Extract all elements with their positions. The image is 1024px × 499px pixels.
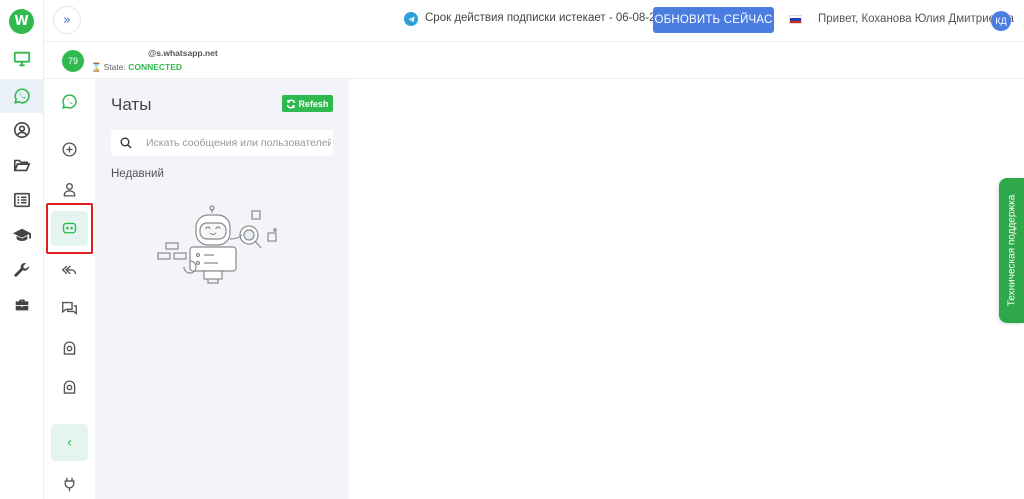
rail-education[interactable]	[0, 218, 44, 252]
wrench-icon	[14, 263, 29, 277]
expand-sidebar-button[interactable]: »	[53, 6, 81, 34]
top-bar: » Срок действия подписки истекает - 06-0…	[44, 0, 1024, 42]
rail-folders[interactable]	[0, 148, 44, 182]
chats-title: Чаты	[111, 95, 152, 114]
app-logo[interactable]: W	[9, 9, 34, 34]
russian-flag-icon[interactable]	[789, 15, 802, 24]
plus-circle-icon	[62, 142, 77, 157]
account-number: @s.whatsapp.net	[148, 48, 218, 58]
user-circle-icon	[13, 121, 31, 139]
whatsapp-chats-button[interactable]	[51, 84, 88, 119]
rail-monitor[interactable]	[0, 42, 44, 76]
chat-search-input[interactable]	[146, 137, 331, 149]
rail-whatsapp[interactable]	[0, 79, 44, 113]
recent-label: Недавний	[111, 168, 164, 180]
graduation-cap-icon	[13, 228, 31, 242]
app-rail: W	[0, 0, 44, 499]
rail-list[interactable]	[0, 183, 44, 217]
state-value: CONNECTED	[128, 62, 183, 72]
refresh-button[interactable]: Refesh	[282, 95, 333, 112]
account-state: ⌛ State: CONNECTED	[91, 62, 182, 73]
monitor-icon	[13, 51, 31, 67]
camera-button-1[interactable]	[51, 331, 88, 366]
sync-icon	[287, 99, 296, 108]
selection-highlight	[46, 203, 93, 254]
refresh-label: Refesh	[298, 98, 329, 109]
messages-button[interactable]	[51, 291, 88, 326]
account-badge[interactable]: 79	[62, 50, 84, 72]
telegram-icon[interactable]	[404, 12, 418, 26]
camera-button-2[interactable]	[51, 370, 88, 405]
double-chevron-right-icon: »	[63, 12, 71, 28]
robot-illustration-icon	[157, 205, 277, 284]
comments-icon	[62, 301, 77, 316]
user-icon	[63, 183, 76, 197]
search-icon	[120, 137, 132, 149]
plug-button[interactable]	[51, 467, 88, 499]
subscription-expiry-text: Срок действия подписки истекает - 06-08-…	[425, 12, 675, 24]
rail-tools[interactable]	[0, 253, 44, 287]
app-root: W » Срок действия подписки истекает - 06…	[0, 0, 1024, 499]
plug-icon	[64, 477, 75, 492]
list-icon	[13, 192, 31, 208]
webcam-icon	[63, 380, 76, 394]
state-label: State:	[103, 62, 126, 72]
whatsapp-icon	[62, 94, 77, 109]
collapse-sidebar-button[interactable]: ‹	[51, 424, 88, 461]
rail-users[interactable]	[0, 113, 44, 147]
folder-icon	[13, 159, 31, 172]
briefcase-icon	[15, 299, 29, 311]
whatsapp-icon	[14, 88, 30, 104]
chats-panel: Чаты Refesh Недавний	[95, 79, 349, 499]
rail-business[interactable]	[0, 288, 44, 322]
add-button[interactable]	[51, 132, 88, 167]
hourglass-icon: ⌛	[91, 62, 102, 72]
tech-support-tab[interactable]: Техническая поддержка	[999, 178, 1024, 323]
chevron-left-icon: ‹	[66, 434, 73, 451]
contact-button[interactable]	[51, 172, 88, 207]
renew-now-button[interactable]: ОБНОВИТЬ СЕЙЧАС	[653, 7, 774, 33]
webcam-icon	[63, 341, 76, 355]
user-greeting[interactable]: Привет, Коханова Юлия Дмитриевна	[818, 13, 1014, 25]
chat-search-box	[111, 130, 333, 156]
account-row: 79 @s.whatsapp.net ⌛ State: CONNECTED	[44, 42, 1024, 79]
user-avatar[interactable]: КД	[991, 11, 1011, 31]
reply-all-button[interactable]	[51, 252, 88, 287]
reply-all-icon	[61, 265, 77, 275]
tech-support-label: Техническая поддержка	[1006, 194, 1018, 307]
